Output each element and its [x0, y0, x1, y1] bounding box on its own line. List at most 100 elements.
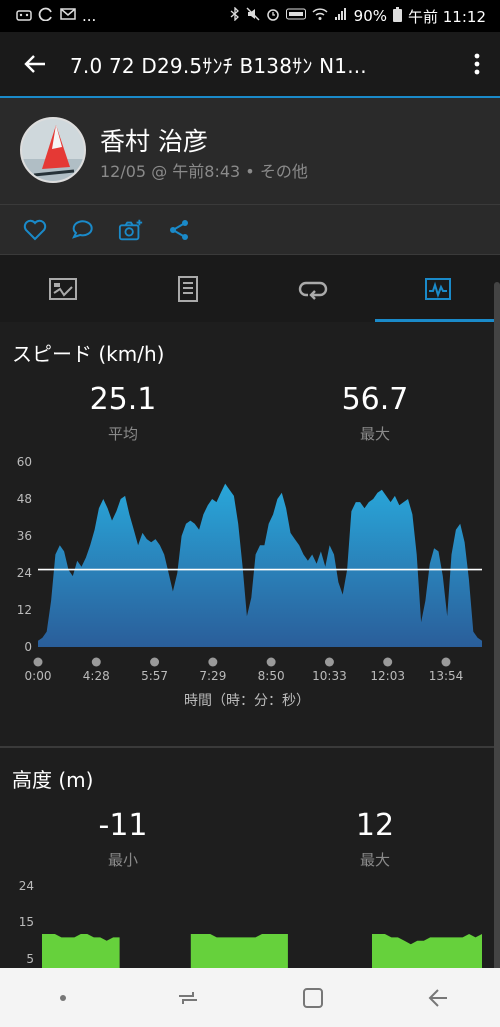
- speed-x-tick: 4:28: [83, 669, 110, 683]
- user-name[interactable]: 香村 治彦: [100, 122, 208, 158]
- speed-section: スピード (km/h) 25.1 平均 56.7 最大 60 48 36 24 12 0 0…: [0, 322, 500, 746]
- system-nav-bar: [0, 968, 500, 1027]
- more-vert-icon: [474, 53, 480, 75]
- recent-apps-icon: [178, 991, 197, 1004]
- speed-y-tick: 0: [24, 640, 32, 654]
- battery-percent: 90%: [353, 7, 387, 25]
- overview-icon: [48, 277, 77, 300]
- tab-charts[interactable]: [375, 255, 500, 322]
- altitude-max: 12 最大: [295, 808, 455, 870]
- activity-header: 香村 治彦 12/05 @ 午前8:43 • その他: [0, 98, 500, 204]
- speed-x-tick: 8:50: [258, 669, 285, 683]
- tab-details[interactable]: [125, 255, 250, 322]
- speed-average-value: 25.1: [89, 382, 157, 417]
- speed-y-tick: 36: [17, 529, 32, 543]
- alarm-icon: [266, 7, 280, 25]
- speed-x-tick-dot: [33, 657, 43, 667]
- altitude-section: 高度 (m) -11 最小 12 最大 24 15 5: [0, 748, 500, 968]
- avatar[interactable]: [20, 117, 86, 183]
- speed-x-tick-dot: [383, 657, 393, 667]
- speed-x-tick-dot: [208, 657, 218, 667]
- share-icon: [170, 219, 188, 240]
- mail-icon: [60, 7, 76, 25]
- status-bar-left: ...: [16, 7, 96, 25]
- speed-x-tick-dot: [441, 657, 451, 667]
- home-button[interactable]: [283, 968, 343, 1027]
- clock: 午前 11:12: [408, 7, 486, 26]
- comment-icon: [72, 219, 93, 239]
- back-nav-button[interactable]: [408, 968, 468, 1027]
- tab-overview[interactable]: [0, 255, 125, 322]
- speed-average-label: 平均: [107, 425, 138, 443]
- speed-y-tick: 48: [17, 492, 32, 506]
- app-bar: 7.0 72 D29.5ｻﾝﾁ B138ｻﾝ N1...: [0, 32, 500, 96]
- speed-x-tick-dot: [150, 657, 160, 667]
- speed-x-tick: 5:57: [141, 669, 168, 683]
- speed-y-tick: 12: [17, 603, 32, 617]
- speed-x-tick-dot: [266, 657, 276, 667]
- windsurf-photo: [22, 119, 84, 181]
- altitude-min-label: 最小: [107, 851, 138, 869]
- recent-apps-button[interactable]: [158, 968, 218, 1027]
- altitude-y-tick: 5: [26, 952, 34, 966]
- activity-tabs: [0, 254, 500, 322]
- speed-y-tick: 60: [17, 455, 32, 469]
- bluetooth-icon: [230, 6, 240, 25]
- altitude-area-segment: [42, 934, 120, 968]
- speed-x-tick: 0:00: [25, 669, 52, 683]
- status-bar-right: 90% 午前 11:12: [230, 6, 486, 27]
- speed-max-label: 最大: [359, 425, 390, 443]
- back-arrow-icon: [24, 55, 45, 73]
- dot-icon: [59, 994, 66, 1001]
- altitude-title: 高度 (m): [12, 768, 94, 792]
- status-ellipsis: ...: [82, 7, 97, 25]
- speed-x-axis-label: 時間（時：分：秒）: [184, 693, 310, 709]
- back-button[interactable]: [0, 32, 70, 96]
- comment-button[interactable]: [70, 217, 96, 243]
- speed-y-tick: 24: [17, 566, 32, 580]
- speed-x-tick-dot: [324, 657, 334, 667]
- altitude-area-segment: [190, 934, 288, 968]
- overflow-menu-button[interactable]: [454, 32, 500, 96]
- altitude-chart[interactable]: 24 15 5: [0, 878, 494, 968]
- like-button[interactable]: [22, 217, 48, 243]
- heart-icon: [23, 219, 47, 240]
- speed-x-tick: 12:03: [370, 669, 405, 683]
- details-icon: [177, 275, 198, 302]
- speed-area-series: [38, 483, 482, 647]
- share-button[interactable]: [166, 217, 192, 243]
- activity-stats-title: 7.0 72 D29.5ｻﾝﾁ B138ｻﾝ N1...: [70, 53, 367, 78]
- nav-dot-button[interactable]: [33, 968, 93, 1027]
- battery-icon: [393, 6, 402, 26]
- action-row: [0, 204, 500, 254]
- speed-x-tick-dot: [91, 657, 101, 667]
- altitude-max-label: 最大: [359, 851, 390, 869]
- android-icon: [16, 7, 32, 25]
- activity-date-type: 12/05 @ 午前8:43 • その他: [100, 162, 308, 181]
- back-nav-icon: [428, 988, 447, 1007]
- speed-x-tick: 10:33: [312, 669, 347, 683]
- home-icon: [302, 987, 323, 1008]
- add-photo-icon: [118, 219, 143, 240]
- signal-icon: [334, 7, 348, 25]
- add-photo-button[interactable]: [118, 217, 144, 243]
- altitude-y-tick: 24: [19, 879, 34, 893]
- altitude-min-value: -11: [98, 808, 148, 843]
- scroll-indicator[interactable]: [494, 282, 500, 982]
- altitude-y-tick: 15: [19, 915, 34, 929]
- tab-laps[interactable]: [250, 255, 375, 322]
- volte-icon: [285, 8, 306, 24]
- altitude-area-segment: [372, 934, 482, 968]
- speed-x-tick: 13:54: [429, 669, 464, 683]
- speed-max-value: 56.7: [341, 382, 409, 417]
- wifi-icon: [312, 7, 328, 25]
- charts-icon: [424, 277, 451, 300]
- altitude-min: -11 最小: [43, 808, 203, 870]
- speed-title: スピード (km/h): [12, 342, 165, 366]
- speed-average: 25.1 平均: [43, 382, 203, 444]
- status-bar: ... 90% 午前 11:12: [0, 0, 500, 32]
- speed-max: 56.7 最大: [295, 382, 455, 444]
- speed-x-tick: 7:29: [199, 669, 226, 683]
- mute-icon: [246, 7, 260, 25]
- speed-chart[interactable]: 60 48 36 24 12 0 0:00 4:28 5:57 7:29 8:50 10:33 12:0…: [0, 452, 494, 712]
